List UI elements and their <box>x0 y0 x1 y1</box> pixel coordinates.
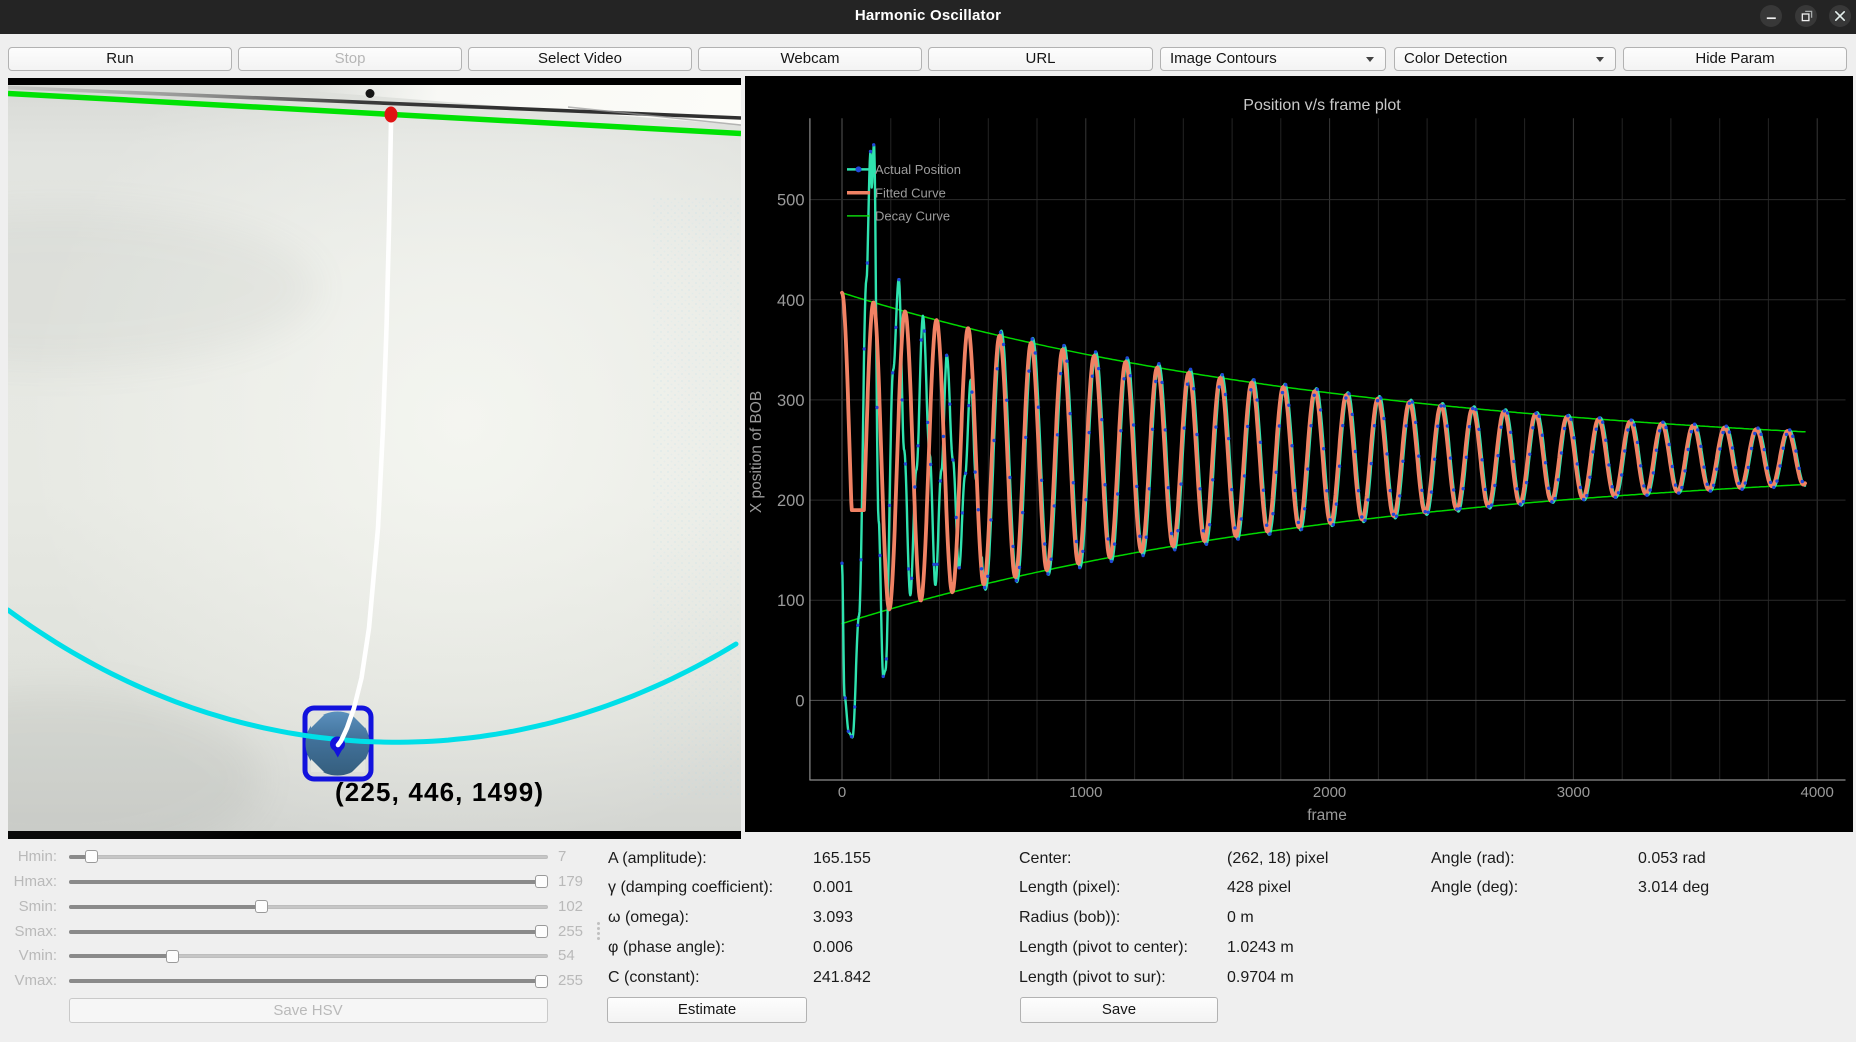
svg-text:0: 0 <box>795 692 804 710</box>
svg-text:(225, 446, 1499): (225, 446, 1499) <box>335 777 543 807</box>
svg-text:4000: 4000 <box>1801 784 1834 801</box>
svg-text:1000: 1000 <box>1069 784 1102 801</box>
svg-text:X position of BOB: X position of BOB <box>748 391 765 513</box>
svg-text:Fitted Curve: Fitted Curve <box>875 185 946 200</box>
svg-text:Position v/s frame plot: Position v/s frame plot <box>1243 97 1401 114</box>
svg-text:Actual Position: Actual Position <box>875 162 961 177</box>
svg-text:100: 100 <box>777 592 805 610</box>
svg-text:2000: 2000 <box>1313 784 1346 801</box>
svg-text:400: 400 <box>777 292 805 310</box>
svg-text:3000: 3000 <box>1557 784 1590 801</box>
svg-text:500: 500 <box>777 192 805 210</box>
svg-text:300: 300 <box>777 392 805 410</box>
svg-text:frame: frame <box>1307 807 1347 824</box>
svg-text:0: 0 <box>838 784 846 801</box>
svg-text:200: 200 <box>777 492 805 510</box>
svg-text:Decay Curve: Decay Curve <box>875 209 950 224</box>
